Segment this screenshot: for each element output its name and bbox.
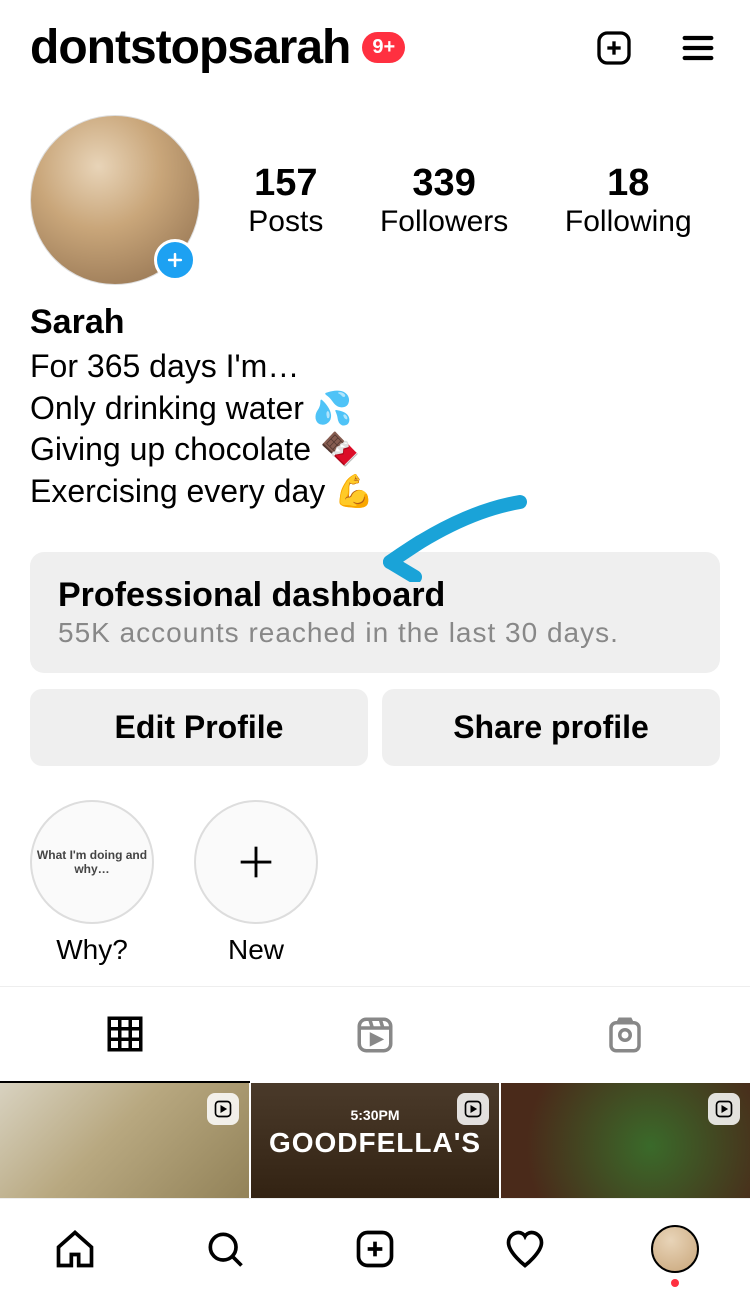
tab-reels[interactable]: [250, 987, 500, 1083]
reel-icon: [708, 1093, 740, 1125]
menu-button[interactable]: [676, 26, 720, 70]
posts-stat[interactable]: 157 Posts: [248, 162, 323, 239]
reel-icon: [457, 1093, 489, 1125]
nav-activity[interactable]: [501, 1225, 549, 1273]
highlight-thumb: What I'm doing and why…: [30, 800, 154, 924]
dashboard-subtitle: 55K accounts reached in the last 30 days…: [58, 617, 692, 649]
nav-notification-dot: [671, 1279, 679, 1287]
following-count: 18: [565, 162, 692, 205]
followers-label: Followers: [380, 205, 508, 239]
nav-home[interactable]: [51, 1225, 99, 1273]
following-label: Following: [565, 205, 692, 239]
nav-avatar-image: [651, 1225, 699, 1273]
reel-icon: [207, 1093, 239, 1125]
followers-stat[interactable]: 339 Followers: [380, 162, 508, 239]
notifications-badge[interactable]: 9+: [362, 32, 405, 63]
display-name: Sarah: [30, 303, 720, 342]
followers-count: 339: [380, 162, 508, 205]
posts-label: Posts: [248, 205, 323, 239]
tab-tagged[interactable]: [500, 987, 750, 1083]
nav-search[interactable]: [201, 1225, 249, 1273]
following-stat[interactable]: 18 Following: [565, 162, 692, 239]
nav-create[interactable]: [351, 1225, 399, 1273]
bio-line-4: Exercising every day 💪: [30, 471, 720, 513]
bio-line-3: Giving up chocolate 🍫: [30, 429, 720, 471]
bio-line-1: For 365 days I'm…: [30, 346, 720, 388]
bio-section: Sarah For 365 days I'm… Only drinking wa…: [0, 285, 750, 522]
posts-count: 157: [248, 162, 323, 205]
create-button[interactable]: [592, 26, 636, 70]
new-highlight-label: New: [194, 934, 318, 966]
username[interactable]: dontstopsarah: [30, 20, 350, 75]
profile-avatar[interactable]: [30, 115, 200, 285]
nav-profile[interactable]: [651, 1225, 699, 1273]
post-overlay-brand: GOODFELLA'S: [251, 1127, 500, 1159]
dashboard-title: Professional dashboard: [58, 576, 692, 615]
professional-dashboard[interactable]: Professional dashboard 55K accounts reac…: [30, 552, 720, 673]
highlight-label: Why?: [30, 934, 154, 966]
add-highlight-button[interactable]: New: [194, 800, 318, 966]
add-story-icon[interactable]: [154, 239, 196, 281]
share-profile-button[interactable]: Share profile: [382, 689, 720, 766]
highlight-why[interactable]: What I'm doing and why… Why?: [30, 800, 154, 966]
tab-grid[interactable]: [0, 987, 250, 1083]
plus-icon: [194, 800, 318, 924]
edit-profile-button[interactable]: Edit Profile: [30, 689, 368, 766]
bio-line-2: Only drinking water 💦: [30, 388, 720, 430]
